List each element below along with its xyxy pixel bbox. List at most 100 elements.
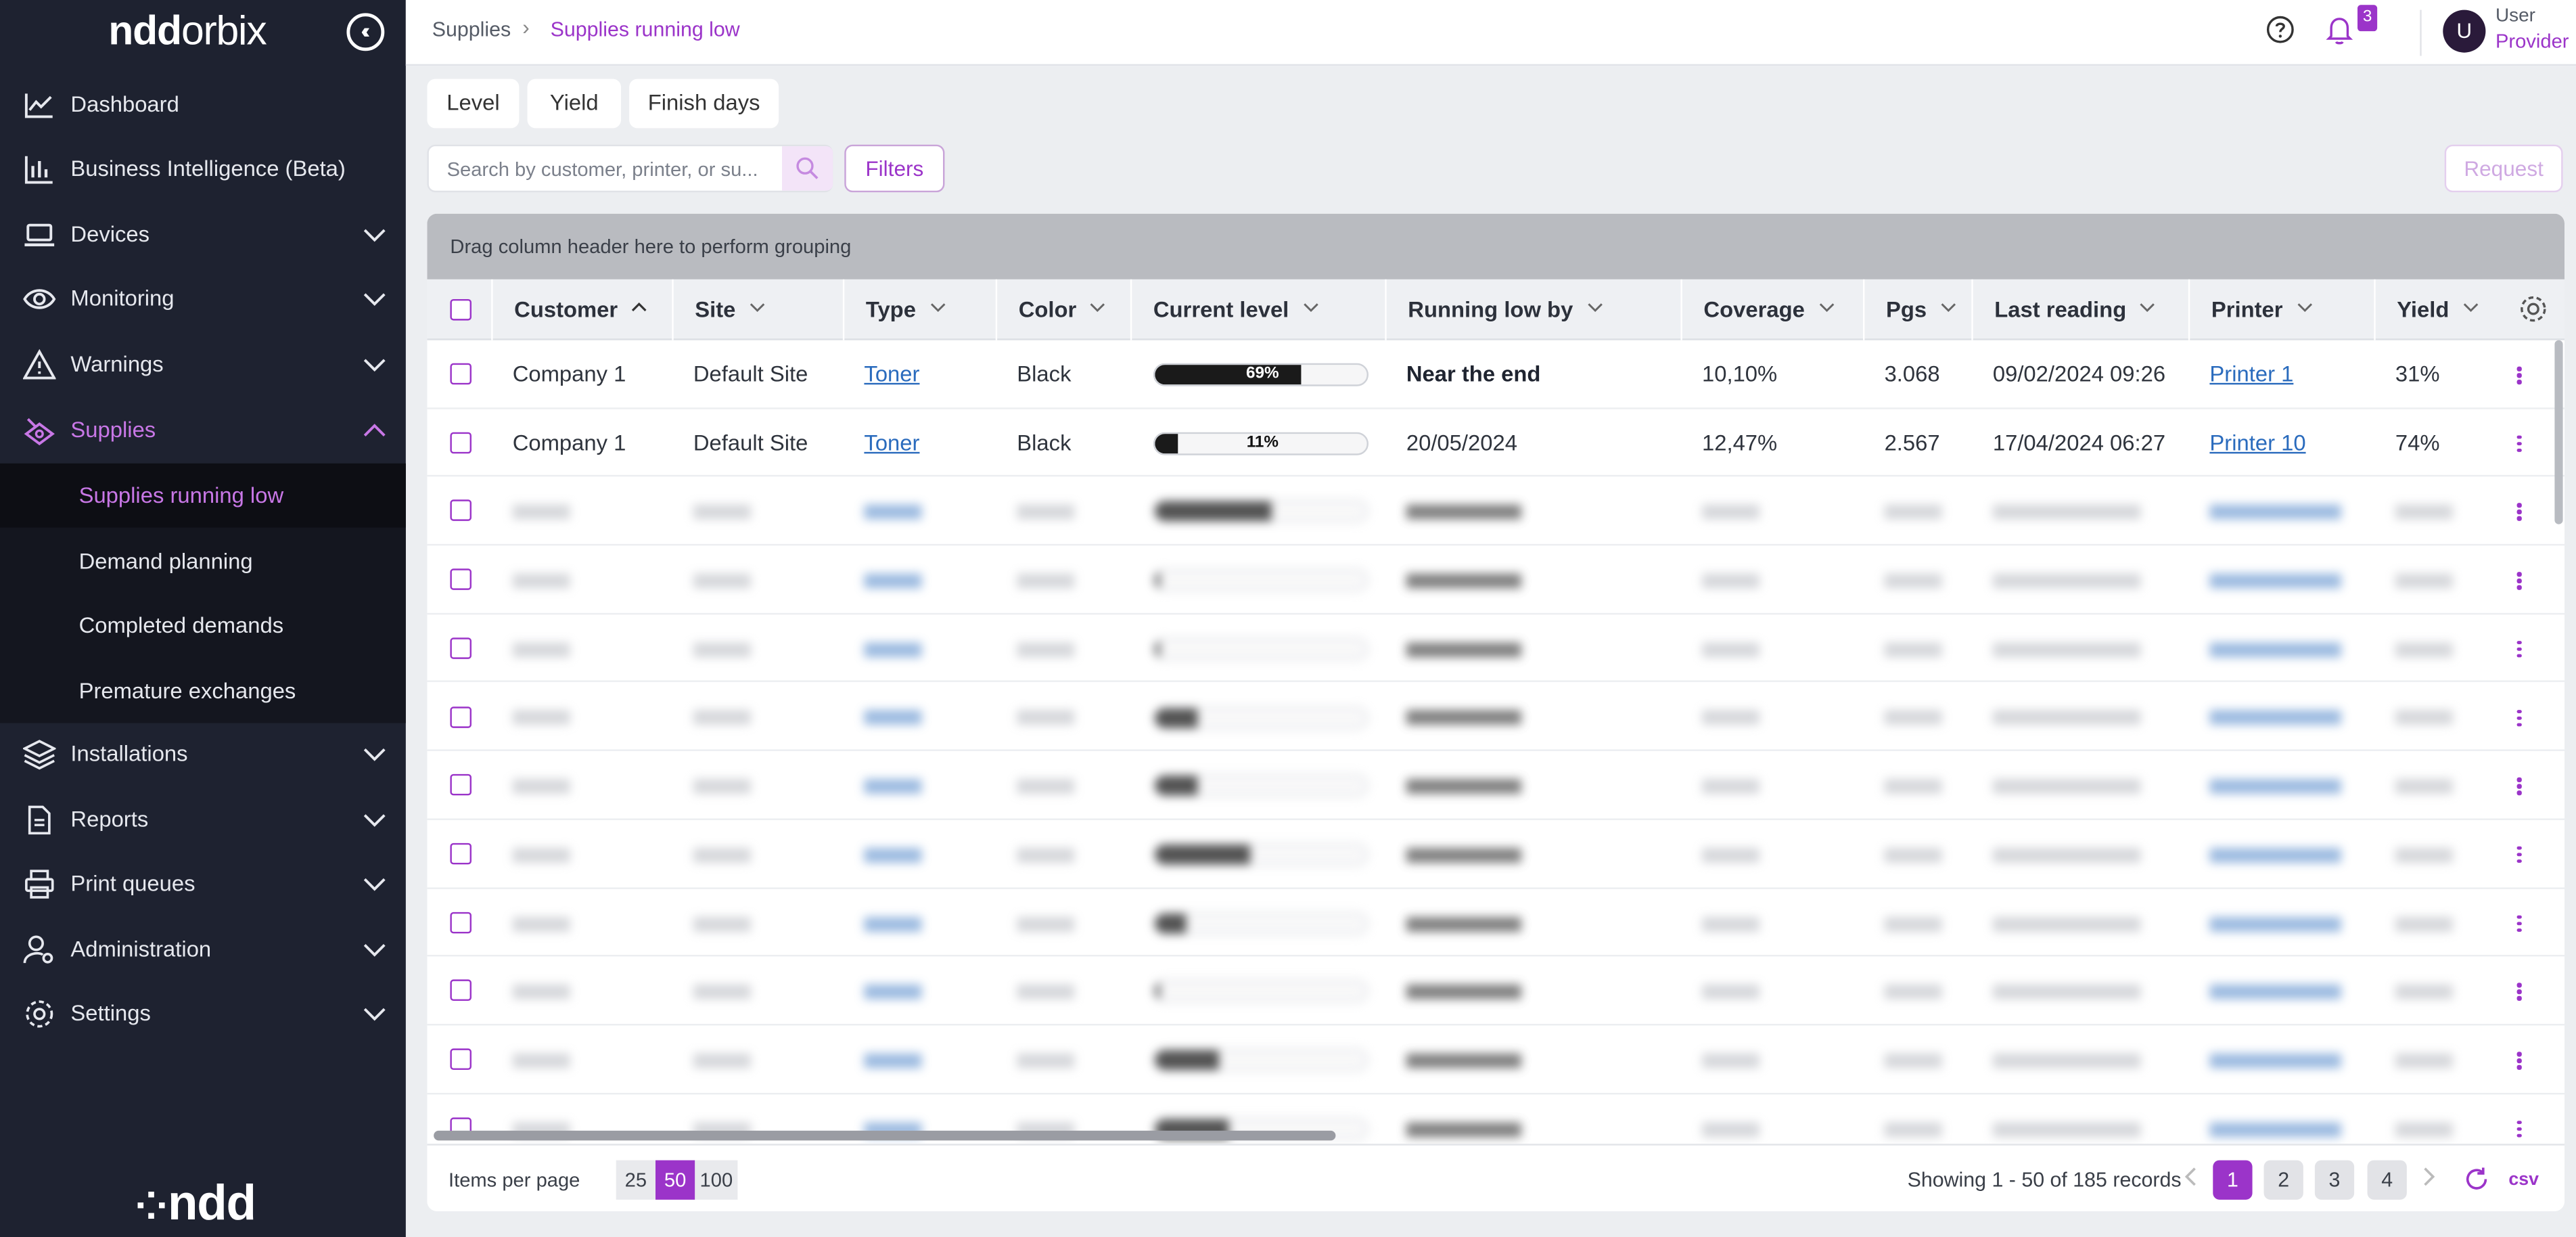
row-menu-kebab-icon[interactable] <box>2516 846 2524 865</box>
column-header-last-reading[interactable]: Last reading <box>1971 279 2188 340</box>
printer-link[interactable] <box>2188 889 2341 956</box>
table-row[interactable]: Company 1 Default Site Toner Black Near the … <box>427 340 2564 409</box>
horizontal-scrollbar[interactable] <box>434 1130 1336 1141</box>
sidebar-item-reports[interactable]: Reports <box>0 789 406 851</box>
table-row[interactable] <box>427 957 2564 1026</box>
row-checkbox[interactable] <box>450 980 472 1002</box>
sidebar-item-print-queues[interactable]: Print queues <box>0 853 406 915</box>
type-link[interactable] <box>843 751 922 819</box>
page-button-2[interactable]: 2 <box>2263 1160 2303 1200</box>
page-button-1[interactable]: 1 <box>2213 1160 2253 1200</box>
row-menu-kebab-icon[interactable] <box>2516 640 2524 660</box>
tab-level[interactable]: Level <box>427 78 520 129</box>
column-header-yield[interactable]: Yield <box>2374 279 2485 340</box>
table-row[interactable]: Company 1 Default Site Toner Black 20/05/202… <box>427 409 2564 478</box>
column-header-printer[interactable]: Printer <box>2188 279 2374 340</box>
sidebar-item-business-intelligence[interactable]: Business Intelligence (Beta) <box>0 138 406 200</box>
row-checkbox[interactable] <box>450 637 472 659</box>
column-settings-gear-icon[interactable] <box>2517 292 2550 325</box>
page-size-100[interactable]: 100 <box>695 1160 738 1200</box>
row-menu-kebab-icon[interactable] <box>2516 572 2524 591</box>
row-menu-kebab-icon[interactable] <box>2516 778 2524 797</box>
row-menu-kebab-icon[interactable] <box>2516 503 2524 523</box>
submenu-item-completed-demands[interactable]: Completed demands <box>0 593 406 658</box>
table-row[interactable] <box>427 1025 2564 1094</box>
row-checkbox[interactable] <box>450 363 472 385</box>
collapse-sidebar-button[interactable]: ‹‹ <box>346 13 385 51</box>
type-link[interactable]: Toner <box>843 409 919 476</box>
row-checkbox[interactable] <box>450 706 472 727</box>
row-menu-kebab-icon[interactable] <box>2516 983 2524 1003</box>
tab-yield[interactable]: Yield <box>527 78 621 129</box>
type-link[interactable] <box>843 614 922 682</box>
row-checkbox[interactable] <box>450 431 472 453</box>
help-icon[interactable] <box>2266 15 2295 45</box>
type-link[interactable] <box>843 957 922 1025</box>
column-header-coverage[interactable]: Coverage <box>1680 279 1863 340</box>
column-header-pgs[interactable]: Pgs <box>1862 279 1971 340</box>
sidebar-item-administration[interactable]: Administration <box>0 919 406 981</box>
printer-link[interactable]: Printer 10 <box>2188 409 2305 476</box>
sidebar-item-supplies[interactable]: Supplies <box>0 399 406 462</box>
sidebar-item-installations[interactable]: Installations <box>0 723 406 786</box>
previous-page-icon[interactable] <box>2182 1165 2201 1188</box>
printer-link[interactable] <box>2188 820 2341 888</box>
table-row[interactable] <box>427 614 2564 683</box>
row-checkbox[interactable] <box>450 774 472 796</box>
sidebar-item-monitoring[interactable]: Monitoring <box>0 268 406 330</box>
submenu-item-demand-planning[interactable]: Demand planning <box>0 529 406 593</box>
row-menu-kebab-icon[interactable] <box>2516 1052 2524 1071</box>
table-row[interactable] <box>427 477 2564 546</box>
search-input[interactable] <box>428 146 782 191</box>
search-button[interactable] <box>781 146 833 191</box>
avatar[interactable]: U <box>2443 9 2486 53</box>
printer-link[interactable] <box>2188 957 2341 1025</box>
tab-finish-days[interactable]: Finish days <box>629 78 779 129</box>
page-size-50[interactable]: 50 <box>655 1160 695 1200</box>
sidebar-item-devices[interactable]: Devices <box>0 204 406 266</box>
table-row[interactable] <box>427 889 2564 958</box>
group-panel[interactable]: Drag column header here to perform group… <box>427 213 2564 279</box>
type-link[interactable]: Toner <box>843 340 919 408</box>
printer-link[interactable] <box>2188 477 2341 545</box>
printer-link[interactable]: Printer 1 <box>2188 340 2293 408</box>
row-checkbox[interactable] <box>450 911 472 933</box>
column-header-current-level[interactable]: Current level <box>1130 279 1385 340</box>
breadcrumb-supplies[interactable]: Supplies <box>432 18 511 41</box>
next-page-icon[interactable] <box>2418 1165 2438 1188</box>
column-header-type[interactable]: Type <box>842 279 996 340</box>
printer-link[interactable] <box>2188 1025 2341 1093</box>
page-button-3[interactable]: 3 <box>2314 1160 2355 1200</box>
refresh-icon[interactable] <box>2462 1165 2490 1193</box>
column-header-running-low-by[interactable]: Running low by <box>1385 279 1680 340</box>
type-link[interactable] <box>843 1025 922 1093</box>
row-menu-kebab-icon[interactable] <box>2516 366 2524 386</box>
sidebar-item-dashboard[interactable]: Dashboard <box>0 74 406 136</box>
request-button[interactable]: Request <box>2444 144 2563 193</box>
row-checkbox[interactable] <box>450 500 472 522</box>
table-row[interactable] <box>427 683 2564 752</box>
sidebar-item-settings[interactable]: Settings <box>0 983 406 1045</box>
type-link[interactable] <box>843 683 922 750</box>
bell-icon[interactable] <box>2324 15 2354 46</box>
printer-link[interactable] <box>2188 683 2341 750</box>
row-checkbox[interactable] <box>450 842 472 865</box>
column-header-site[interactable]: Site <box>672 279 843 340</box>
type-link[interactable] <box>843 889 922 956</box>
printer-link[interactable] <box>2188 614 2341 682</box>
type-link[interactable] <box>843 546 922 614</box>
vertical-scrollbar[interactable] <box>2554 340 2563 524</box>
printer-link[interactable] <box>2188 751 2341 819</box>
sidebar-item-warnings[interactable]: Warnings <box>0 334 406 396</box>
row-menu-kebab-icon[interactable] <box>2516 434 2524 455</box>
select-all-checkbox[interactable] <box>450 298 472 321</box>
page-button-4[interactable]: 4 <box>2367 1160 2407 1200</box>
type-link[interactable] <box>843 820 922 888</box>
page-size-25[interactable]: 25 <box>616 1160 656 1200</box>
type-link[interactable] <box>843 477 922 545</box>
column-header-color[interactable]: Color <box>995 279 1130 340</box>
export-csv-button[interactable]: csv <box>2508 1170 2539 1190</box>
row-checkbox[interactable] <box>450 568 472 591</box>
table-row[interactable] <box>427 751 2564 820</box>
filters-button[interactable]: Filters <box>844 144 945 193</box>
